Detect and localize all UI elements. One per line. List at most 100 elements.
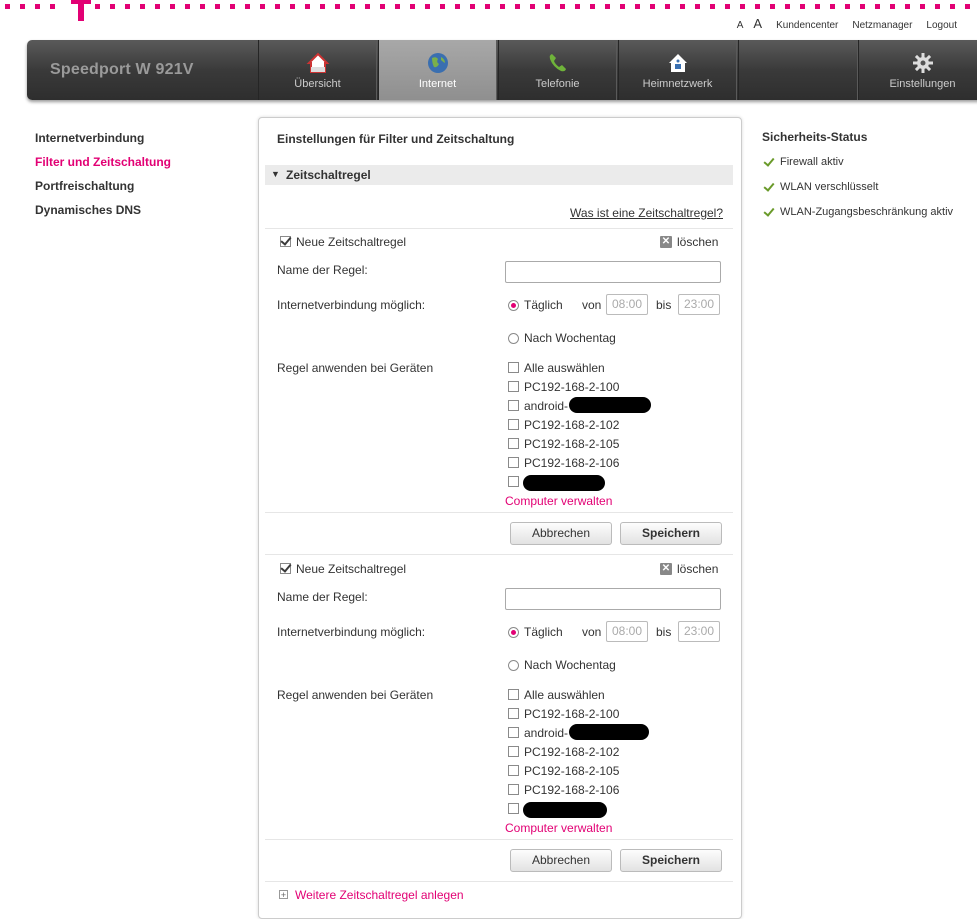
- device-checkbox[interactable]: [508, 419, 519, 430]
- nav-heimnetzwerk[interactable]: Heimnetzwerk: [618, 40, 737, 100]
- kundencenter-link[interactable]: Kundencenter: [776, 20, 838, 31]
- nav-einstellungen[interactable]: Einstellungen: [858, 40, 977, 100]
- checkmark-icon: [763, 155, 775, 167]
- device-checkbox[interactable]: [508, 727, 519, 738]
- divider: [265, 881, 733, 882]
- weekday-radio[interactable]: [508, 660, 519, 671]
- devices-label: Regel anwenden bei Geräten: [277, 688, 434, 702]
- telekom-t-logo[interactable]: [71, 0, 91, 22]
- select-all-checkbox[interactable]: [508, 362, 519, 373]
- delete-icon[interactable]: ✕: [660, 236, 672, 248]
- delete-icon[interactable]: ✕: [660, 563, 672, 575]
- leftnav-item-portfreischaltung[interactable]: Portfreischaltung: [35, 178, 171, 202]
- select-all-checkbox[interactable]: [508, 689, 519, 700]
- daily-label: Täglich: [524, 625, 563, 639]
- device-checkbox[interactable]: [508, 476, 519, 487]
- nav-uebersicht-label: Übersicht: [294, 78, 341, 90]
- nav-heimnetzwerk-label: Heimnetzwerk: [642, 78, 713, 90]
- plus-icon: +: [279, 890, 288, 900]
- rule-title: Neue Zeitschaltregel: [296, 235, 407, 249]
- device-label: android-: [524, 399, 569, 413]
- device-checkbox[interactable]: [508, 803, 519, 814]
- device-checkbox[interactable]: [508, 381, 519, 392]
- device-checkbox[interactable]: [508, 784, 519, 795]
- device-label: PC192-168-2-102: [524, 418, 620, 432]
- name-label: Name der Regel:: [277, 590, 368, 604]
- status-title: Sicherheits-Status: [762, 130, 868, 144]
- delete-link[interactable]: löschen: [677, 562, 718, 576]
- section-title: Zeitschaltregel: [286, 168, 371, 182]
- device-label: android-: [524, 726, 569, 740]
- section-header-zeitschaltregel[interactable]: ▼ Zeitschaltregel: [265, 165, 733, 185]
- name-label: Name der Regel:: [277, 263, 368, 277]
- weekday-label: Nach Wochentag: [524, 331, 616, 345]
- rule-title: Neue Zeitschaltregel: [296, 562, 407, 576]
- divider: [265, 554, 733, 555]
- to-label: bis: [656, 298, 672, 312]
- device-label: PC192-168-2-105: [524, 764, 620, 778]
- from-time-input[interactable]: 08:00: [606, 294, 648, 315]
- status-item: WLAN-Zugangsbeschränkung aktiv: [762, 205, 953, 231]
- weekday-radio[interactable]: [508, 333, 519, 344]
- divider: [265, 512, 733, 513]
- rule-enable-checkbox[interactable]: [280, 563, 291, 574]
- add-rule-link[interactable]: Weitere Zeitschaltregel anlegen: [295, 888, 464, 902]
- font-size-large-link[interactable]: A: [753, 16, 762, 31]
- rule-name-input[interactable]: [505, 588, 721, 610]
- rule-enable-checkbox[interactable]: [280, 236, 291, 247]
- house-icon: [306, 52, 329, 73]
- to-time-input[interactable]: 23:00: [678, 294, 720, 315]
- redaction-mark: [569, 397, 651, 413]
- nav-internet[interactable]: Internet: [378, 40, 497, 100]
- to-time-input[interactable]: 23:00: [678, 621, 720, 642]
- help-link[interactable]: Was ist eine Zeitschaltregel?: [570, 206, 723, 220]
- device-name: Speedport W 921V: [50, 61, 194, 78]
- device-checkbox[interactable]: [508, 765, 519, 776]
- status-item-label: WLAN verschlüsselt: [780, 181, 879, 193]
- device-checkbox[interactable]: [508, 438, 519, 449]
- manage-computers-link[interactable]: Computer verwalten: [505, 494, 612, 508]
- divider: [265, 228, 733, 229]
- save-button[interactable]: Speichern: [620, 522, 722, 545]
- netzmanager-link[interactable]: Netzmanager: [852, 20, 912, 31]
- nav-empty-slot: [738, 40, 858, 100]
- manage-computers-link[interactable]: Computer verwalten: [505, 821, 612, 835]
- nav-telefonie[interactable]: Telefonie: [498, 40, 617, 100]
- daily-radio[interactable]: [508, 300, 519, 311]
- left-nav: Internetverbindung Filter und Zeitschalt…: [35, 130, 171, 226]
- device-checkbox[interactable]: [508, 400, 519, 411]
- checkmark-icon: [763, 205, 775, 217]
- nav-telefonie-label: Telefonie: [535, 78, 580, 90]
- collapse-triangle-icon: ▼: [271, 169, 280, 179]
- connection-label: Internetverbindung möglich:: [277, 298, 426, 312]
- telekom-dot-bar: [5, 4, 970, 9]
- add-rule-row[interactable]: + Weitere Zeitschaltregel anlegen: [279, 888, 464, 902]
- devices-label: Regel anwenden bei Geräten: [277, 361, 434, 375]
- leftnav-item-internetverbindung[interactable]: Internetverbindung: [35, 130, 171, 154]
- delete-link[interactable]: löschen: [677, 235, 718, 249]
- from-time-input[interactable]: 08:00: [606, 621, 648, 642]
- device-checkbox[interactable]: [508, 746, 519, 757]
- status-item-label: Firewall aktiv: [780, 156, 844, 168]
- device-checkbox[interactable]: [508, 708, 519, 719]
- gear-icon: [912, 53, 933, 73]
- nav-uebersicht[interactable]: Übersicht: [258, 40, 377, 100]
- cancel-button[interactable]: Abbrechen: [510, 849, 612, 872]
- weekday-label: Nach Wochentag: [524, 658, 616, 672]
- device-checkbox[interactable]: [508, 457, 519, 468]
- device-label: PC192-168-2-105: [524, 437, 620, 451]
- settings-panel: Einstellungen für Filter und Zeitschaltu…: [258, 117, 742, 919]
- top-links: A A Kundencenter Netzmanager Logout: [737, 16, 957, 31]
- font-size-small-link[interactable]: A: [737, 20, 744, 31]
- save-button[interactable]: Speichern: [620, 849, 722, 872]
- rule-name-input[interactable]: [505, 261, 721, 283]
- logout-link[interactable]: Logout: [926, 20, 957, 31]
- daily-radio[interactable]: [508, 627, 519, 638]
- cancel-button[interactable]: Abbrechen: [510, 522, 612, 545]
- leftnav-item-filter[interactable]: Filter und Zeitschaltung: [35, 154, 171, 178]
- nav-einstellungen-label: Einstellungen: [889, 78, 956, 90]
- from-label: von: [582, 298, 602, 312]
- checkmark-icon: [763, 180, 775, 192]
- device-label: PC192-168-2-106: [524, 783, 620, 797]
- leftnav-item-dyndns[interactable]: Dynamisches DNS: [35, 202, 171, 226]
